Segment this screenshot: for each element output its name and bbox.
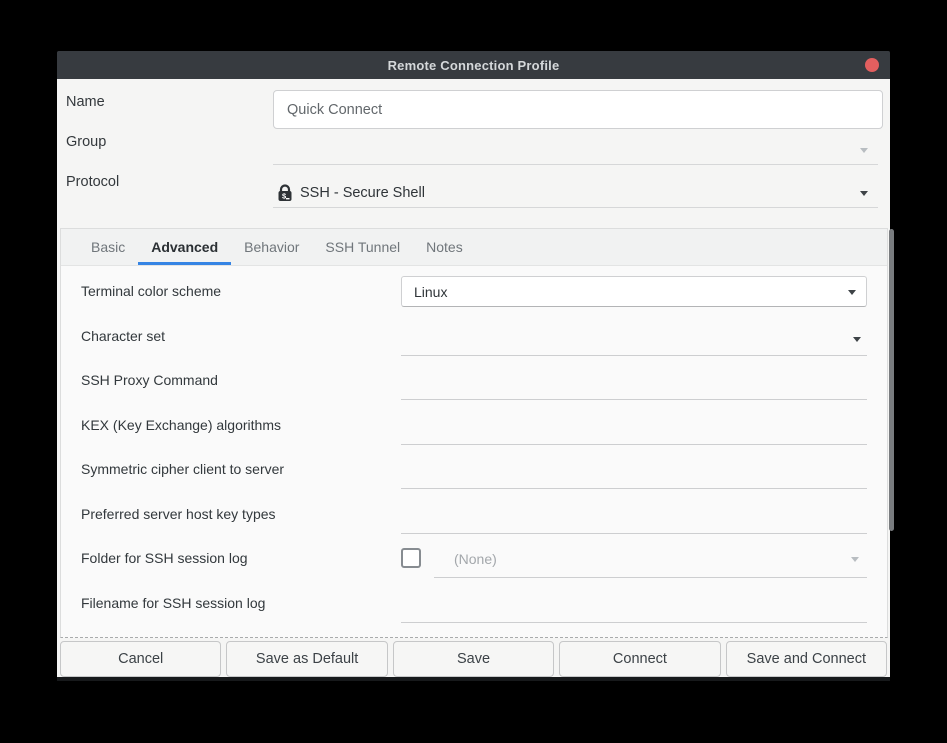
tab-ssh-tunnel-label: SSH Tunnel (325, 239, 400, 255)
tab-notes[interactable]: Notes (413, 229, 476, 265)
close-icon[interactable] (865, 58, 879, 72)
preferred-host-key-types-input[interactable] (401, 496, 867, 534)
dialog-content: Name Quick Connect Group Protocol $ SSH … (57, 79, 890, 677)
terminal-color-scheme-value: Linux (414, 284, 447, 300)
advanced-tab-page: Terminal color scheme Linux Character se… (61, 267, 879, 636)
row-folder-ssh-session-log: Folder for SSH session log (None) (61, 536, 879, 581)
tab-behavior-label: Behavior (244, 239, 299, 255)
ssh-proxy-command-label: SSH Proxy Command (81, 372, 218, 388)
row-character-set: Character set (61, 314, 879, 359)
chevron-down-icon (860, 191, 868, 196)
row-kex-algorithms: KEX (Key Exchange) algorithms (61, 403, 879, 448)
connect-button[interactable]: Connect (559, 641, 720, 677)
kex-algorithms-input[interactable] (401, 407, 867, 445)
filename-ssh-session-log-input[interactable] (401, 585, 867, 623)
preferred-host-key-types-label: Preferred server host key types (81, 506, 276, 522)
chevron-down-icon (860, 148, 868, 153)
ssh-padlock-icon: $ (277, 184, 293, 202)
chevron-down-icon (851, 557, 859, 562)
scrollbar-thumb[interactable] (889, 229, 894, 531)
folder-ssh-session-log-placeholder: (None) (454, 551, 497, 567)
tab-behavior[interactable]: Behavior (231, 229, 312, 265)
symmetric-cipher-input[interactable] (401, 451, 867, 489)
folder-ssh-session-log-checkbox[interactable] (401, 548, 421, 568)
name-label: Name (66, 94, 105, 110)
name-input-value: Quick Connect (287, 102, 382, 118)
group-label: Group (66, 134, 106, 150)
terminal-color-scheme-label: Terminal color scheme (81, 283, 221, 299)
save-button-label: Save (457, 651, 490, 667)
cancel-button[interactable]: Cancel (60, 641, 221, 677)
group-dropdown[interactable] (273, 135, 878, 165)
tab-strip: Basic Advanced Behavior SSH Tunnel Notes (61, 229, 887, 266)
save-and-connect-button[interactable]: Save and Connect (726, 641, 887, 677)
filename-ssh-session-log-label: Filename for SSH session log (81, 595, 265, 611)
save-as-default-button[interactable]: Save as Default (226, 641, 387, 677)
save-and-connect-button-label: Save and Connect (747, 651, 866, 667)
protocol-dropdown[interactable]: $ SSH - Secure Shell (273, 178, 878, 208)
kex-algorithms-label: KEX (Key Exchange) algorithms (81, 417, 281, 433)
connect-button-label: Connect (613, 651, 667, 667)
tab-advanced[interactable]: Advanced (138, 229, 231, 265)
save-as-default-button-label: Save as Default (256, 651, 358, 667)
row-symmetric-cipher: Symmetric cipher client to server (61, 447, 879, 492)
titlebar[interactable]: Remote Connection Profile (57, 51, 890, 79)
save-button[interactable]: Save (393, 641, 554, 677)
folder-ssh-session-log-filechooser[interactable]: (None) (434, 540, 867, 578)
chevron-down-icon (853, 337, 861, 342)
ssh-proxy-command-input[interactable] (401, 362, 867, 400)
cancel-button-label: Cancel (118, 651, 163, 667)
terminal-color-scheme-dropdown[interactable]: Linux (401, 276, 867, 307)
row-ssh-proxy-command: SSH Proxy Command (61, 358, 879, 403)
dialog-footer: Cancel Save as Default Save Connect Save… (60, 641, 887, 677)
vertical-scrollbar[interactable] (889, 229, 894, 637)
name-input[interactable]: Quick Connect (273, 90, 883, 129)
protocol-label: Protocol (66, 174, 119, 190)
tab-ssh-tunnel[interactable]: SSH Tunnel (312, 229, 413, 265)
tab-notes-label: Notes (426, 239, 463, 255)
tab-basic[interactable]: Basic (78, 229, 138, 265)
settings-notebook: Basic Advanced Behavior SSH Tunnel Notes… (60, 228, 888, 638)
protocol-dropdown-value: SSH - Secure Shell (300, 185, 425, 201)
tab-advanced-label: Advanced (151, 239, 218, 255)
remote-connection-profile-dialog: Remote Connection Profile Name Quick Con… (57, 51, 890, 681)
row-filename-ssh-session-log: Filename for SSH session log (61, 581, 879, 626)
character-set-label: Character set (81, 328, 165, 344)
window-title: Remote Connection Profile (388, 58, 560, 73)
chevron-down-icon (848, 290, 856, 295)
character-set-dropdown[interactable] (401, 318, 867, 356)
row-preferred-host-key-types: Preferred server host key types (61, 492, 879, 537)
folder-ssh-session-log-label: Folder for SSH session log (81, 550, 248, 566)
row-terminal-color-scheme: Terminal color scheme Linux (61, 269, 879, 314)
symmetric-cipher-label: Symmetric cipher client to server (81, 461, 284, 477)
tab-basic-label: Basic (91, 239, 125, 255)
